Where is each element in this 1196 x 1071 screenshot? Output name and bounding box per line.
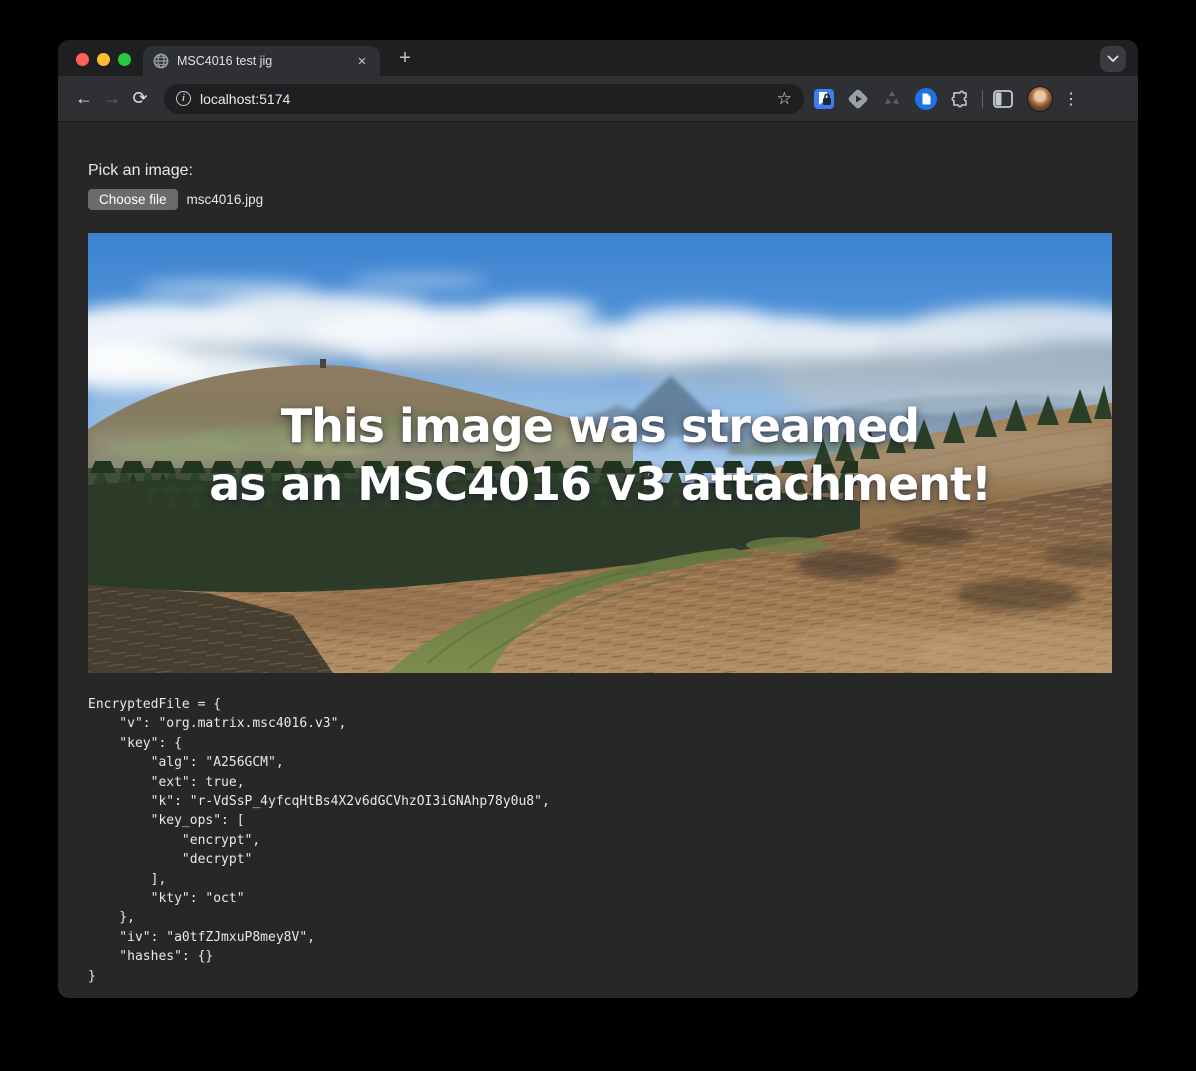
extensions-puzzle-icon[interactable] — [946, 85, 974, 113]
close-window-button[interactable] — [76, 53, 89, 66]
file-input[interactable]: Choose file msc4016.jpg — [88, 189, 1138, 210]
extension-recycle-icon[interactable] — [878, 85, 906, 113]
browser-toolbar: ← → ⟳ i localhost:5174 ☆ — [58, 76, 1138, 122]
zoom-window-button[interactable] — [118, 53, 131, 66]
bookmark-star-icon[interactable]: ☆ — [777, 89, 792, 109]
encrypted-file-json: EncryptedFile = { "v": "org.matrix.msc40… — [88, 695, 1138, 986]
site-info-icon[interactable]: i — [176, 91, 191, 106]
streamed-attachment-image: This image was streamed as an MSC4016 v3… — [88, 233, 1112, 673]
chevron-down-icon — [1107, 55, 1119, 63]
tab-title: MSC4016 test jig — [177, 54, 346, 68]
extension-diamond-arrow-icon[interactable] — [844, 85, 872, 113]
selected-filename: msc4016.jpg — [187, 192, 264, 207]
overlay-line-1: This image was streamed — [88, 397, 1112, 455]
page-content: Pick an image: Choose file msc4016.jpg — [58, 122, 1138, 997]
tab-close-icon[interactable]: × — [354, 54, 370, 69]
reload-button[interactable]: ⟳ — [126, 85, 154, 113]
globe-favicon-icon — [153, 53, 169, 69]
profile-avatar[interactable] — [1027, 86, 1053, 112]
tab-search-chevron-button[interactable] — [1100, 46, 1126, 72]
extension-document-icon[interactable] — [912, 85, 940, 113]
choose-file-button[interactable]: Choose file — [88, 189, 178, 210]
side-panel-toggle-button[interactable] — [989, 85, 1017, 113]
forward-button: → — [98, 85, 126, 113]
browser-menu-kebab-icon[interactable]: ⋮ — [1061, 89, 1081, 109]
overlay-line-2: as an MSC4016 v3 attachment! — [88, 455, 1112, 513]
minimize-window-button[interactable] — [97, 53, 110, 66]
address-bar[interactable]: i localhost:5174 ☆ — [164, 84, 804, 114]
traffic-lights — [76, 53, 131, 66]
url-text[interactable]: localhost:5174 — [200, 91, 768, 107]
tab-strip: MSC4016 test jig × + — [58, 40, 1138, 76]
back-button[interactable]: ← — [70, 85, 98, 113]
pick-image-label: Pick an image: — [88, 162, 1138, 180]
image-overlay-caption: This image was streamed as an MSC4016 v3… — [88, 397, 1112, 513]
toolbar-separator — [982, 90, 983, 108]
new-tab-button[interactable]: + — [392, 45, 418, 71]
browser-window: MSC4016 test jig × + ← → ⟳ i localhost:5… — [58, 40, 1138, 998]
tab-msc4016-test-jig[interactable]: MSC4016 test jig × — [143, 46, 380, 76]
extension-password-manager-icon[interactable] — [810, 85, 838, 113]
